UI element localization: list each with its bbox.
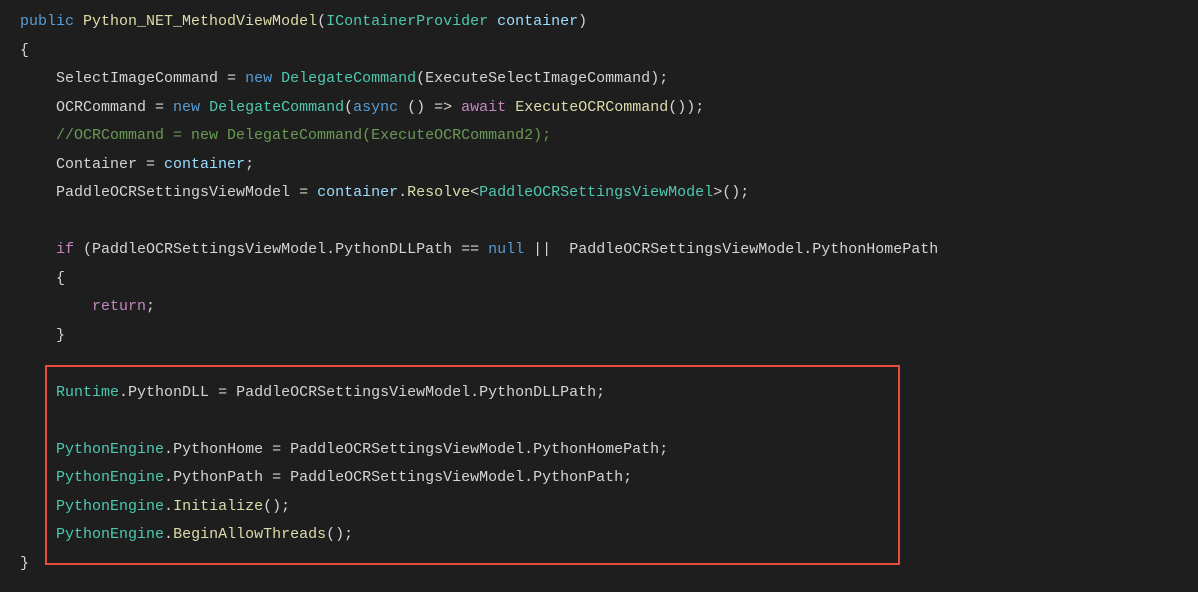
code-line: Runtime.PythonDLL = PaddleOCRSettingsVie… <box>20 379 1198 408</box>
code-line: OCRCommand = new DelegateCommand(async (… <box>20 94 1198 123</box>
code-line: SelectImageCommand = new DelegateCommand… <box>20 65 1198 94</box>
code-line: PythonEngine.PythonHome = PaddleOCRSetti… <box>20 436 1198 465</box>
code-line: { <box>20 37 1198 66</box>
code-editor[interactable]: public Python_NET_MethodViewModel(IConta… <box>0 0 1198 586</box>
code-line: PythonEngine.Initialize(); <box>20 493 1198 522</box>
code-line: Container = container; <box>20 151 1198 180</box>
code-line: } <box>20 550 1198 579</box>
code-line: return; <box>20 293 1198 322</box>
code-line: { <box>20 265 1198 294</box>
code-line: if (PaddleOCRSettingsViewModel.PythonDLL… <box>20 236 1198 265</box>
code-line-comment: //OCRCommand = new DelegateCommand(Execu… <box>20 122 1198 151</box>
code-line: PaddleOCRSettingsViewModel = container.R… <box>20 179 1198 208</box>
code-line: public Python_NET_MethodViewModel(IConta… <box>20 8 1198 37</box>
code-line-blank <box>20 208 1198 237</box>
code-line: PythonEngine.BeginAllowThreads(); <box>20 521 1198 550</box>
code-line-blank <box>20 407 1198 436</box>
code-line: PythonEngine.PythonPath = PaddleOCRSetti… <box>20 464 1198 493</box>
code-line: } <box>20 322 1198 351</box>
code-line-blank <box>20 350 1198 379</box>
